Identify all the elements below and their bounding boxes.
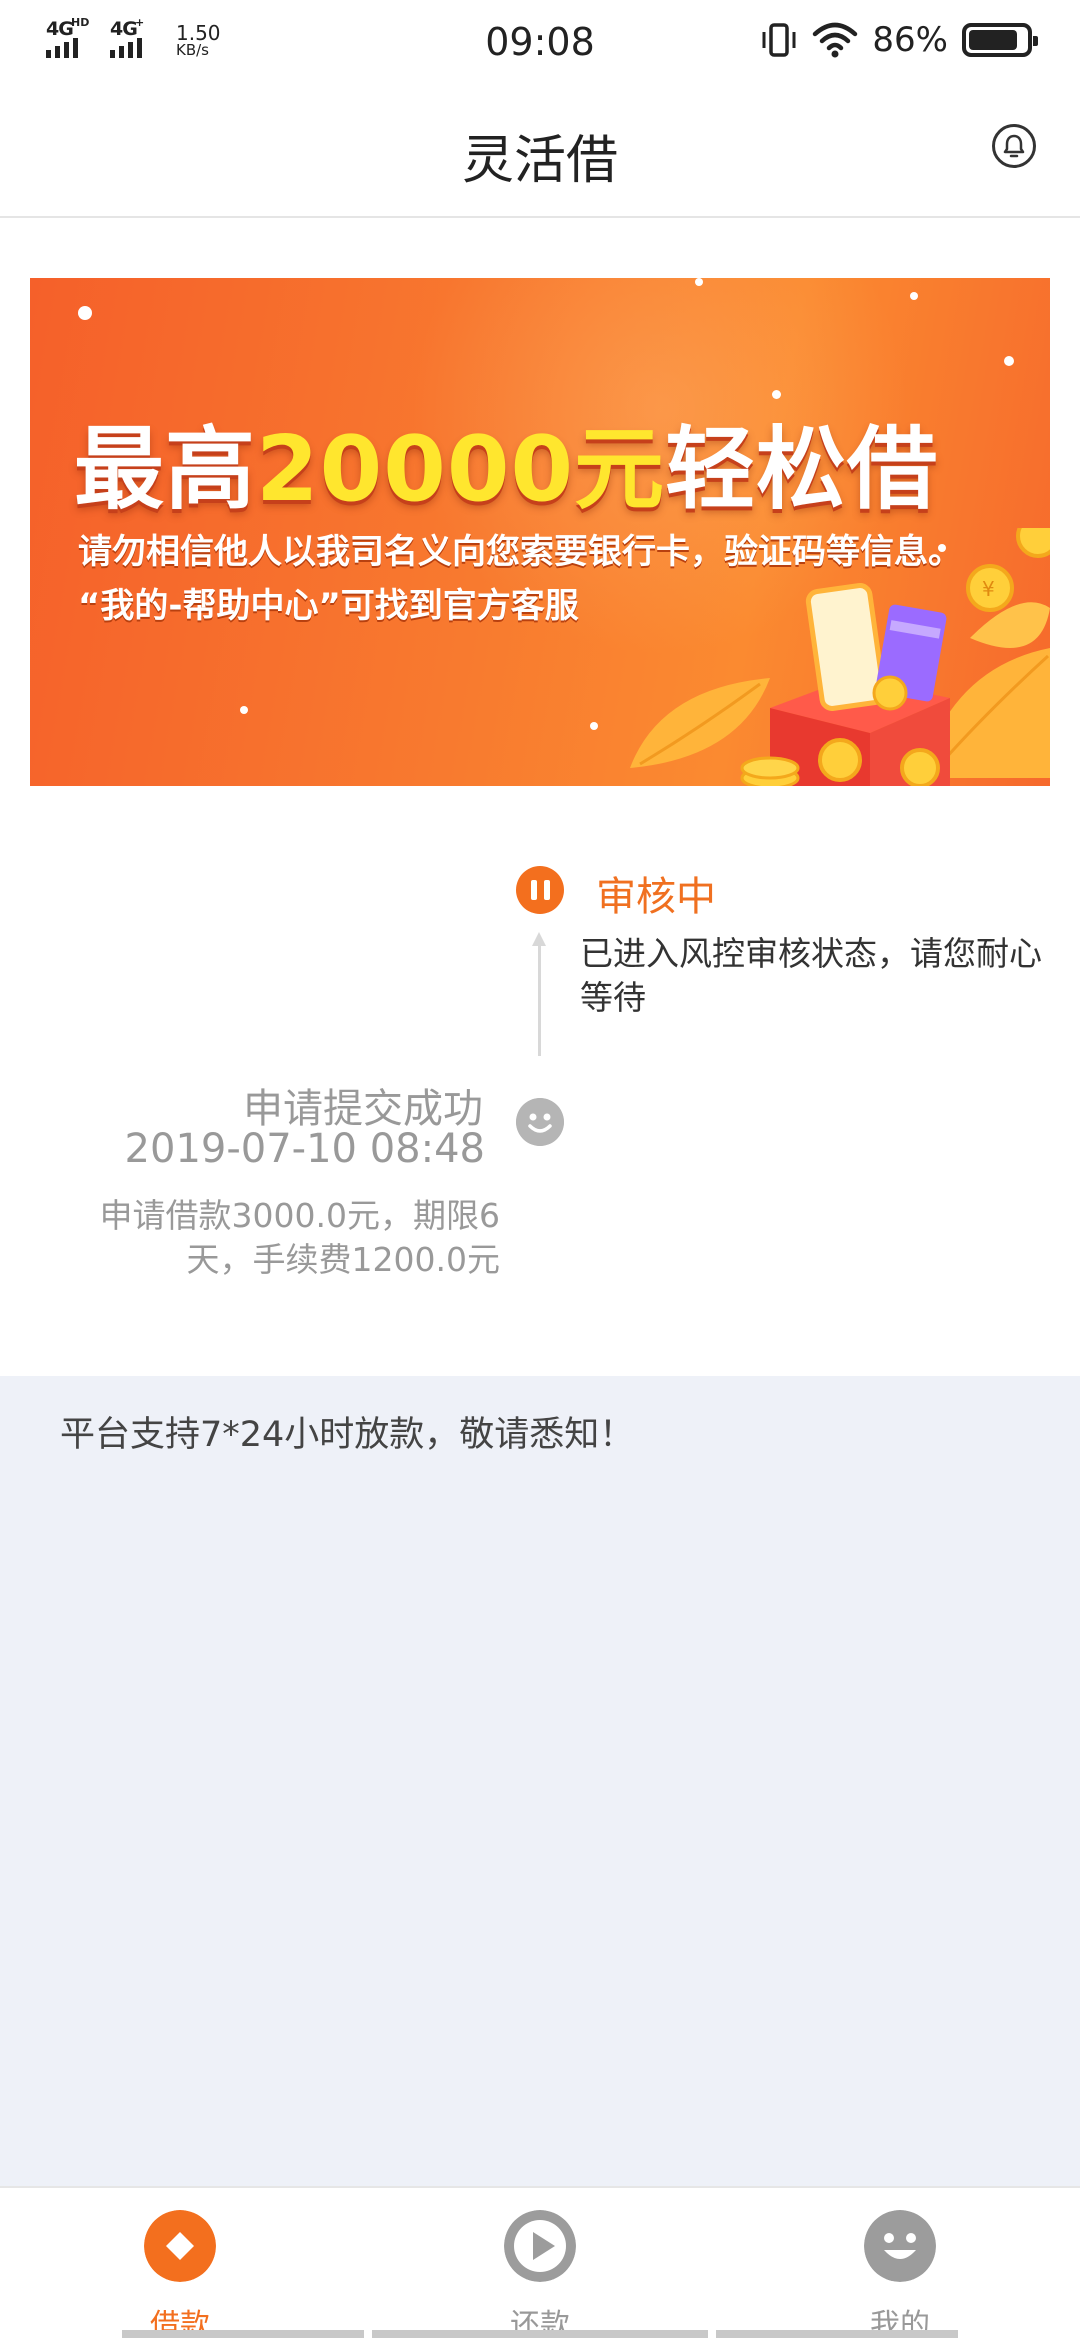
nav-indicator-1 xyxy=(122,2330,364,2338)
gift-box-illustration: ¥ xyxy=(630,528,1050,786)
nav-indicator-2 xyxy=(372,2330,708,2338)
status-bar: 4G HD 4G + 1.50 KB/s 09:08 86% xyxy=(0,0,1080,84)
svg-text:¥: ¥ xyxy=(982,577,995,601)
nav-item-borrow[interactable]: 借款 xyxy=(0,2188,360,2340)
headline-amount: 20000元 xyxy=(256,417,666,522)
nav-indicator-3 xyxy=(716,2330,958,2338)
banner-help-line: “我的-帮助中心”可找到官方客服 xyxy=(78,586,579,626)
play-icon xyxy=(504,2210,576,2282)
nav-item-mine[interactable]: 我的 xyxy=(720,2188,1080,2340)
bottom-navigation: 借款 还款 我的 xyxy=(0,2186,1080,2340)
bell-icon xyxy=(1003,134,1025,158)
notice-area: 平台支持7*24小时放款，敬请悉知！ xyxy=(0,1376,1080,2186)
pause-icon xyxy=(516,866,564,914)
notification-button[interactable] xyxy=(992,124,1036,168)
wifi-icon xyxy=(813,22,858,58)
smile-icon xyxy=(516,1098,564,1146)
banner-headline: 最高20000元轻松借 xyxy=(74,396,938,526)
nav-item-repay[interactable]: 还款 xyxy=(360,2188,720,2340)
promo-banner[interactable]: 最高20000元轻松借 请勿相信他人以我司名义向您索要银行卡，验证码等信息。 “… xyxy=(30,278,1050,786)
battery-icon xyxy=(962,23,1038,57)
headline-suffix: 轻松借 xyxy=(665,417,939,522)
diamond-icon xyxy=(144,2210,216,2282)
app-header: 灵活借 xyxy=(0,84,1080,218)
submit-timestamp: 2019-07-10 08:48 xyxy=(124,1126,485,1172)
headline-prefix: 最高 xyxy=(74,417,256,522)
loan-application-summary: 申请借款3000.0元，期限6天，手续费1200.0元 xyxy=(99,1196,500,1279)
review-status-title: 审核中 xyxy=(596,874,716,920)
battery-fill xyxy=(969,30,1017,50)
page-title: 灵活借 xyxy=(461,131,618,191)
notice-text: 平台支持7*24小时放款，敬请悉知！ xyxy=(60,1415,635,1455)
vibrate-icon xyxy=(762,23,796,57)
timeline-connector xyxy=(538,940,541,1056)
smile-icon xyxy=(864,2210,936,2282)
status-right: 86% xyxy=(760,20,1038,60)
review-status-description: 已进入风控审核状态，请您耐心等待 xyxy=(580,934,1042,1017)
battery-percent: 86% xyxy=(872,20,948,60)
